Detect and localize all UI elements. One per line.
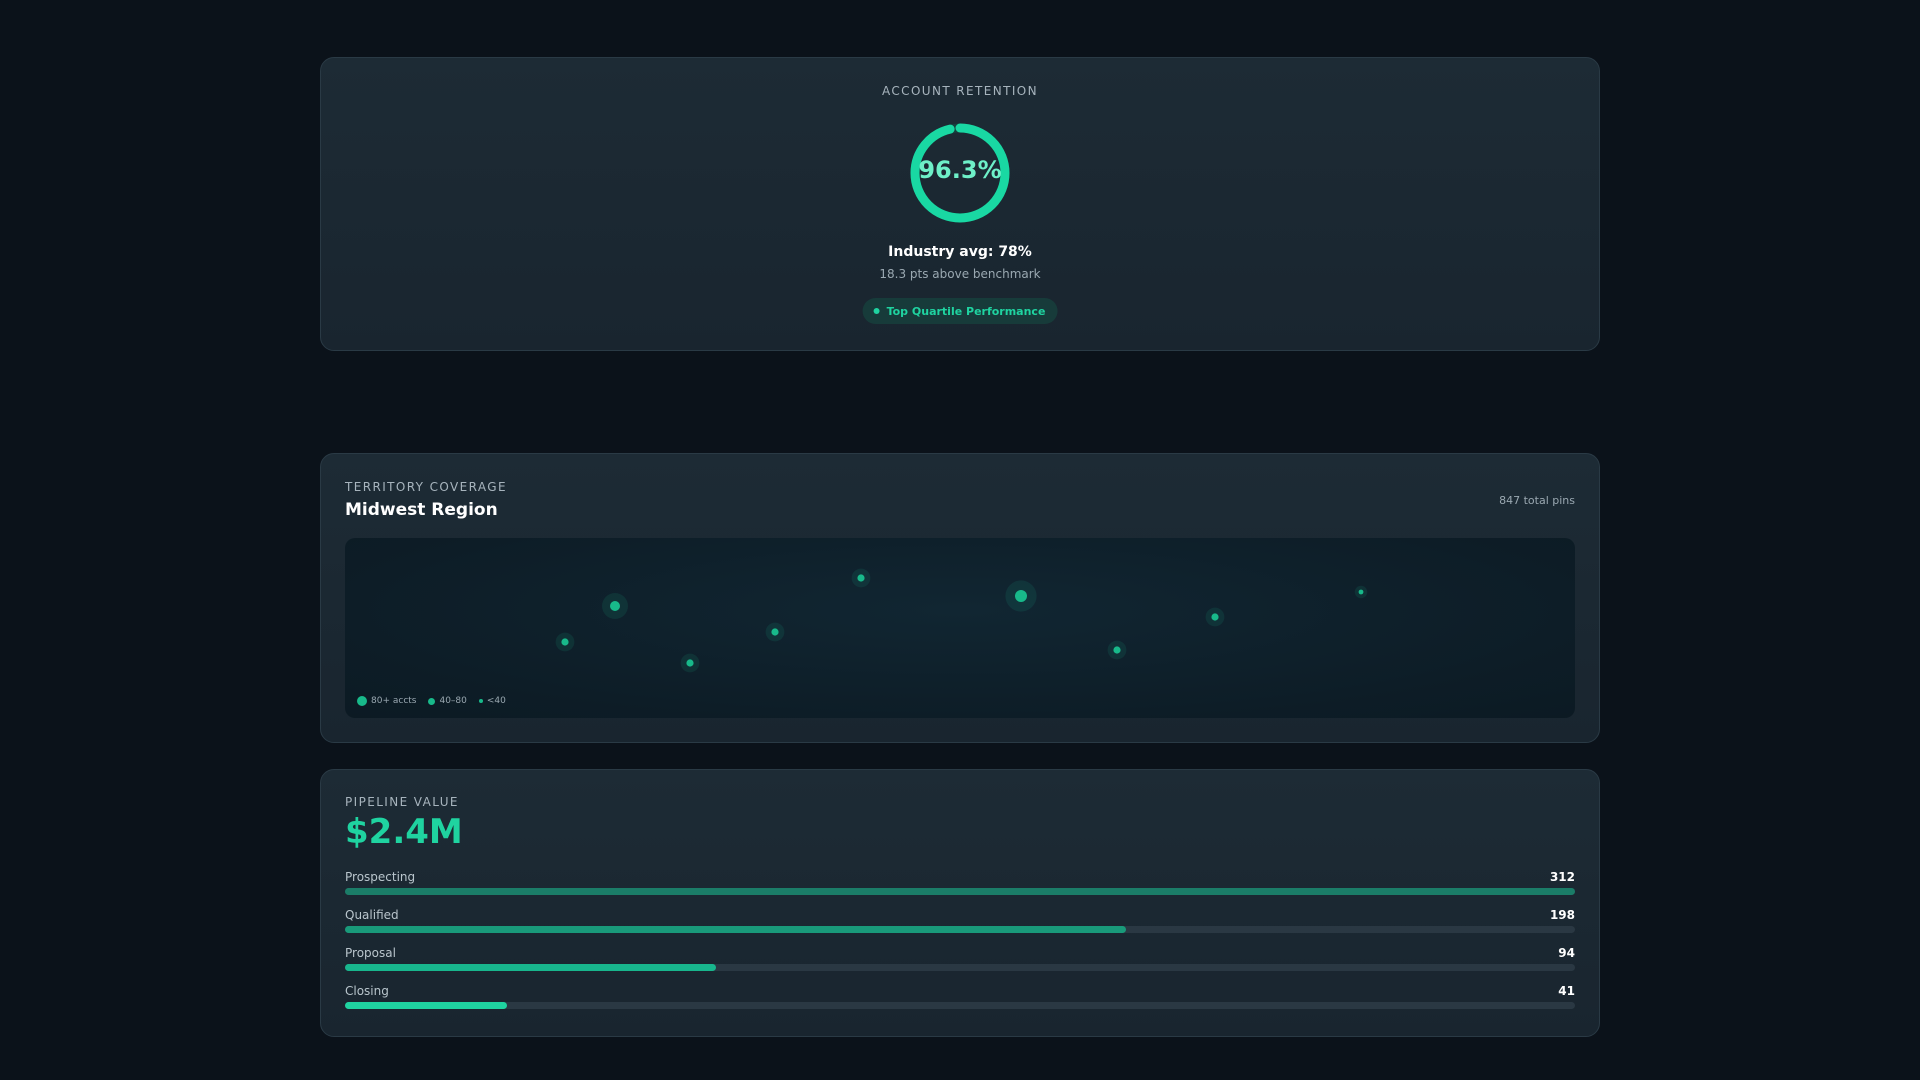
stage-count: 94 [1558,946,1575,960]
pipeline-total: $2.4M [345,812,463,852]
stage-label: Closing [345,984,389,998]
territory-map[interactable]: 80+ accts 40–80 <40 [345,538,1575,718]
stage-count: 41 [1558,984,1575,998]
map-pin-large[interactable] [1015,590,1027,602]
map-pin-small[interactable] [686,659,694,667]
stage-row: Qualified 198 [345,908,1575,946]
retention-card: ACCOUNT RETENTION 96.3% Industry avg: 78… [320,57,1600,351]
legend-item-medium: 40–80 [428,696,467,706]
territory-card: TERRITORY COVERAGE Midwest Region 847 to… [320,453,1600,743]
region-title: Midwest Region [345,500,498,520]
stage-fill [345,926,1126,933]
status-dot-icon [873,308,880,314]
stage-count: 198 [1549,908,1575,922]
territory-eyebrow: TERRITORY COVERAGE [345,480,507,494]
stage-fill [345,964,716,971]
stage-count: 312 [1549,870,1575,884]
stage-track [345,888,1575,895]
stage-row: Closing 41 [345,984,1575,1022]
stage-track [345,926,1575,933]
retention-value: 96.3% [918,156,1002,184]
pins-count: 847 total pins [1499,494,1575,507]
legend-dot-medium-icon [428,697,436,705]
map-pin-tiny[interactable] [1358,589,1364,595]
map-pin-small[interactable] [561,638,569,646]
stage-label: Prospecting [345,870,416,884]
legend-label: 40–80 [439,696,467,706]
industry-avg: Industry avg: 78% [888,244,1032,260]
map-legend: 80+ accts 40–80 <40 [357,696,506,706]
pipeline-stages: Prospecting 312 Qualified 198 Proposal 9… [345,870,1575,1022]
stage-label: Qualified [345,908,399,922]
legend-dot-large-icon [357,696,367,706]
retention-gauge: 96.3% [907,120,1013,226]
pipeline-card: PIPELINE VALUE $2.4M Prospecting 312 Qua… [320,769,1600,1037]
legend-dot-small-icon [478,699,483,703]
retention-eyebrow: ACCOUNT RETENTION [881,84,1038,98]
stage-label: Proposal [345,946,396,960]
map-pin-small[interactable] [1113,646,1121,654]
pipeline-eyebrow: PIPELINE VALUE [345,795,459,809]
stage-fill [345,888,1575,895]
performance-badge: Top Quartile Performance [862,298,1058,324]
benchmark-delta: 18.3 pts above benchmark [879,267,1041,281]
legend-item-large: 80+ accts [357,696,416,706]
map-pin-small[interactable] [1211,613,1219,621]
map-pin-medium[interactable] [610,601,620,611]
stage-fill [345,1002,507,1009]
legend-label: 80+ accts [371,696,417,706]
legend-item-small: <40 [478,696,506,706]
map-pin-small[interactable] [771,628,779,636]
stage-row: Proposal 94 [345,946,1575,984]
badge-label: Top Quartile Performance [886,304,1046,318]
legend-label: <40 [486,696,506,706]
map-pin-small[interactable] [857,574,865,582]
stage-row: Prospecting 312 [345,870,1575,908]
stage-track [345,964,1575,971]
stage-track [345,1002,1575,1009]
